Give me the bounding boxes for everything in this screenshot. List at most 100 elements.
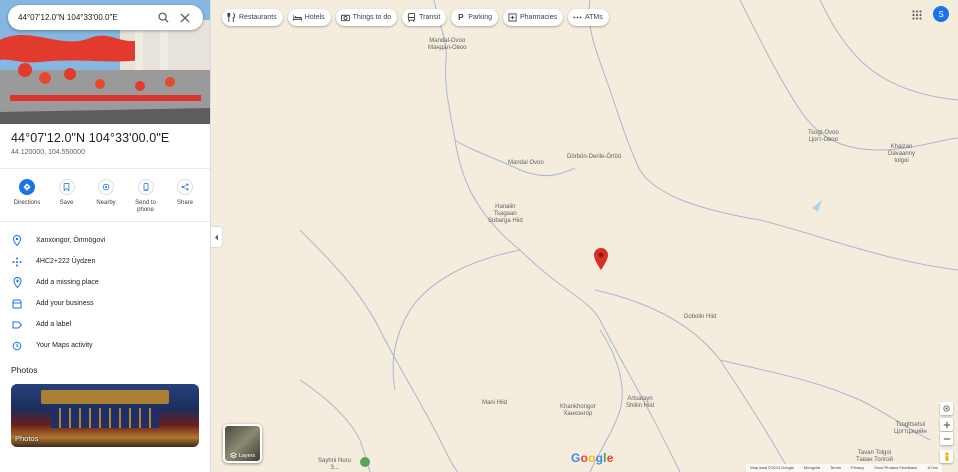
detail-label: Add a label [36, 321, 72, 328]
chevron-left-icon [215, 234, 218, 240]
chip-label: Transit [419, 14, 441, 21]
location-marker-icon[interactable] [594, 248, 608, 270]
minus-icon [943, 437, 950, 440]
transit-icon [407, 13, 416, 22]
detail-label: Your Maps activity [36, 342, 93, 349]
detail-address[interactable]: Xanxongor, Ömnögovi [0, 230, 210, 251]
map-footer: Map data ©2024 Google Mongolia Terms Pri… [746, 464, 942, 472]
chip-label: Pharmacies [520, 14, 557, 21]
action-bar: Directions Save Nearby Send to phone Sha… [8, 179, 204, 214]
chip-pharmacies[interactable]: Pharmacies [503, 9, 563, 26]
chip-parking[interactable]: P Parking [451, 9, 498, 26]
plus-code-icon [11, 256, 23, 268]
map-label-mani: Mani Hiid [482, 400, 508, 406]
location-pin-icon [11, 235, 23, 247]
chip-label: Parking [468, 14, 492, 21]
action-label: Nearby [96, 200, 116, 206]
pharmacy-icon [508, 13, 517, 22]
place-hero-image[interactable] [0, 0, 210, 124]
map-label-dorvon: Dörbön-Derile-Örtöö [567, 154, 622, 160]
business-icon [11, 298, 23, 310]
restaurant-icon [227, 13, 236, 22]
footer-feedback[interactable]: Send Product Feedback [874, 465, 917, 471]
chip-things-to-do[interactable]: Things to do [335, 9, 398, 26]
detail-plus-code[interactable]: 4HC2+222 Üydzen [0, 251, 210, 272]
detail-label: Xanxongor, Ömnögovi [36, 237, 106, 244]
layers-label: Layers [238, 452, 256, 459]
photo-facade [51, 408, 159, 428]
send-to-phone-button[interactable]: Send to phone [127, 179, 165, 214]
layers-button[interactable]: Layers [223, 424, 262, 463]
apps-grid-icon[interactable] [909, 7, 925, 23]
search-button[interactable] [154, 9, 172, 27]
collapse-panel-button[interactable] [211, 226, 223, 248]
parking-icon: P [458, 13, 464, 22]
map-label-khaizan: Khaizan Davaanny tolgoi [888, 144, 916, 164]
plus-icon [943, 421, 950, 428]
category-chips: Restaurants Hotels Things to do Transit … [222, 9, 609, 26]
chip-hotels[interactable]: Hotels [287, 9, 331, 26]
detail-add-business[interactable]: Add your business [0, 293, 210, 314]
directions-button[interactable]: Directions [8, 179, 46, 214]
place-title: 44°07'12.0"N 104°33'00.0"E [11, 131, 170, 145]
hotel-icon [292, 13, 302, 22]
footer-region[interactable]: Mongolia [804, 465, 820, 471]
detail-add-missing-place[interactable]: Add a missing place [0, 272, 210, 293]
chip-label: ATMs [584, 14, 603, 21]
place-coordinates[interactable]: 44.120000, 104.550000 [11, 149, 206, 156]
action-label: Send to phone [135, 200, 156, 213]
place-details-list: Xanxongor, Ömnögovi 4HC2+222 Üydzen Add … [0, 230, 210, 356]
chip-atms[interactable]: ATMs [567, 9, 609, 26]
map-label-tavan: Tavan Tolgoi Таван Толгой [856, 450, 893, 463]
photos-card[interactable]: Photos [11, 384, 199, 447]
map-label-sayhni: Sayhni Nuru З... [318, 458, 352, 471]
place-panel: 44°07'12.0"N 104°33'00.0"E 44.120000, 10… [0, 0, 211, 472]
action-label: Directions [13, 200, 41, 206]
photos-heading: Photos [11, 365, 38, 375]
chip-restaurants[interactable]: Restaurants [222, 9, 283, 26]
map-label-mandal-ovoo-top: Mandal-Ovoo Мандал-Овоо [428, 38, 467, 51]
map-label-tsogttsetsii: Tsogttsetsii Цогтцэцийн [894, 422, 927, 435]
nearby-icon [98, 179, 114, 195]
detail-label: 4HC2+222 Üydzen [36, 258, 96, 265]
action-label: Share [176, 200, 193, 206]
share-icon [177, 179, 193, 195]
map-label-tsogt-ovoo: Tsogt-Ovoo Цогт-Овоо [808, 130, 839, 143]
close-icon [180, 13, 190, 22]
bookmark-icon [58, 179, 75, 195]
footer-terms[interactable]: Terms [830, 465, 841, 471]
pegman-icon [944, 451, 949, 461]
footer-scale[interactable]: 10 km [927, 465, 938, 471]
my-location-button[interactable] [940, 402, 953, 415]
camera-icon [340, 13, 350, 22]
detail-add-label[interactable]: Add a label [0, 314, 210, 335]
chip-transit[interactable]: Transit [402, 9, 447, 26]
zoom-out-button[interactable] [940, 432, 953, 445]
history-icon [11, 340, 23, 352]
divider [0, 221, 210, 222]
place-header: 44°07'12.0"N 104°33'00.0"E 44.120000, 10… [11, 131, 206, 156]
share-button[interactable]: Share [166, 179, 204, 214]
layers-label-row: Layers [225, 452, 260, 459]
map-label-doboiin: Doboiin Hiid [684, 314, 717, 320]
close-button[interactable] [176, 9, 194, 27]
zoom-in-button[interactable] [940, 418, 953, 431]
google-logo: Google [571, 451, 614, 465]
save-button[interactable]: Save [48, 179, 86, 214]
footer-privacy[interactable]: Privacy [851, 465, 864, 471]
add-place-icon [11, 277, 23, 289]
map-label-khankhongor: Khankhongor Ханхонгор [560, 404, 596, 417]
nearby-button[interactable]: Nearby [87, 179, 125, 214]
label-icon [11, 319, 23, 331]
detail-label: Add your business [36, 300, 94, 307]
photo-roof [41, 390, 169, 404]
map-label-hanaiin: Hanaiin Tsagaan Subarga Hiid [488, 204, 523, 224]
detail-maps-activity[interactable]: Your Maps activity [0, 335, 210, 356]
maps-app: Mandal-Ovoo Мандал-Овоо Tsogt-Ovoo Цогт-Ов… [0, 0, 958, 472]
account-avatar[interactable]: S [933, 6, 949, 22]
chip-label: Restaurants [239, 14, 277, 21]
footer-map-data: Map data ©2024 Google [750, 465, 794, 470]
street-view-pegman[interactable] [940, 450, 953, 463]
search-input[interactable] [18, 13, 150, 22]
detail-label: Add a missing place [36, 279, 99, 286]
